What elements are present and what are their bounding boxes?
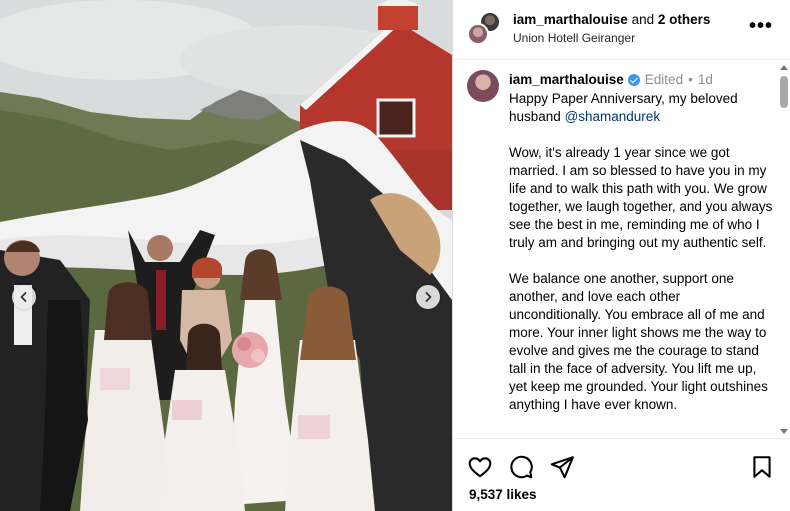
like-button[interactable] <box>467 454 493 480</box>
caption-paragraph: We balance one another, support one anot… <box>509 271 768 412</box>
scrollbar-thumb[interactable] <box>780 76 788 108</box>
meta-separator: • <box>688 72 693 87</box>
post-photo[interactable] <box>0 0 452 511</box>
comment-icon <box>510 455 533 479</box>
carousel-prev-button[interactable] <box>12 285 36 309</box>
post-header: iam_marthalouise and 2 others Union Hote… <box>453 0 790 60</box>
others-link[interactable]: 2 others <box>658 12 711 27</box>
comment-button[interactable] <box>508 454 534 480</box>
more-options-button[interactable]: ••• <box>749 16 773 36</box>
wedding-photo-image <box>0 0 452 511</box>
location-link[interactable]: Union Hotell Geiranger <box>513 31 635 45</box>
avatar[interactable] <box>467 70 499 102</box>
scroll-up-arrow-icon[interactable] <box>780 65 788 70</box>
caption-scrollbar[interactable] <box>779 60 789 438</box>
avatar[interactable] <box>467 23 489 45</box>
scroll-down-arrow-icon[interactable] <box>780 429 788 434</box>
post-side-panel: iam_marthalouise and 2 others Union Hote… <box>452 0 790 511</box>
caption-meta: iam_marthalouise Edited • 1d <box>509 72 713 87</box>
authors-connector: and <box>631 12 655 27</box>
caption-paragraph: Wow, it's already 1 year since we got ma… <box>509 145 773 250</box>
post-authors: iam_marthalouise and 2 others <box>513 12 710 27</box>
caption-text: Happy Paper Anniversary, my beloved husb… <box>509 90 773 432</box>
more-horizontal-icon: ••• <box>748 15 773 37</box>
collab-avatars[interactable] <box>467 11 501 45</box>
bookmark-icon <box>753 456 771 478</box>
post-actions-bar <box>453 446 790 486</box>
send-icon <box>550 456 574 479</box>
chevron-left-icon <box>20 292 27 302</box>
share-button[interactable] <box>549 454 575 480</box>
save-button[interactable] <box>749 454 775 480</box>
verified-badge-icon <box>627 73 640 86</box>
chevron-right-icon <box>425 292 432 302</box>
likes-count-link[interactable]: 9,537 likes <box>469 487 537 502</box>
author-username-link[interactable]: iam_marthalouise <box>513 12 628 27</box>
caption-username-link[interactable]: iam_marthalouise <box>509 72 624 87</box>
caption-scroll-area[interactable]: iam_marthalouise Edited • 1d Happy Paper… <box>453 60 790 439</box>
caption-paragraph: Happy Paper Anniversary, my beloved husb… <box>509 90 773 126</box>
post-timestamp[interactable]: 1d <box>698 72 713 87</box>
heart-icon <box>468 457 492 478</box>
carousel-next-button[interactable] <box>416 285 440 309</box>
mention-link[interactable]: @shamandurek <box>565 109 661 124</box>
edited-label: Edited <box>644 72 684 87</box>
